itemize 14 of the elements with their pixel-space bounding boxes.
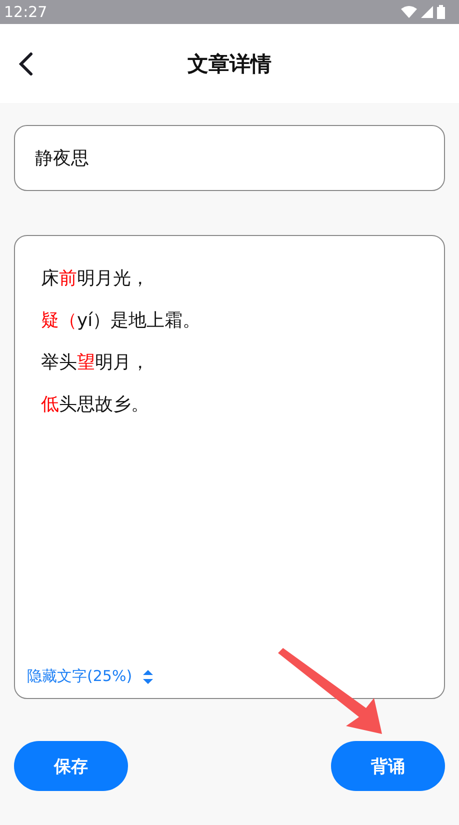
action-button[interactable]: 保存 (14, 741, 128, 791)
hide-text-selector[interactable]: 隐藏文字(25%) (27, 667, 154, 686)
wifi-icon (401, 6, 417, 18)
status-time: 12:27 (4, 3, 48, 21)
battery-icon (437, 5, 445, 19)
title-field[interactable]: 静夜思 (14, 125, 445, 191)
page-title: 文章详情 (188, 50, 272, 78)
poem-line: 疑（yí）是地上霜。 (41, 309, 202, 333)
poem-line: 床前明月光， (41, 267, 150, 291)
poem-line: 举头望明月， (41, 351, 150, 375)
sort-icon (142, 668, 154, 684)
signal-icon (421, 6, 433, 18)
action-button[interactable]: 背诵 (331, 741, 445, 791)
poem-line: 低头思故乡。 (41, 393, 150, 417)
